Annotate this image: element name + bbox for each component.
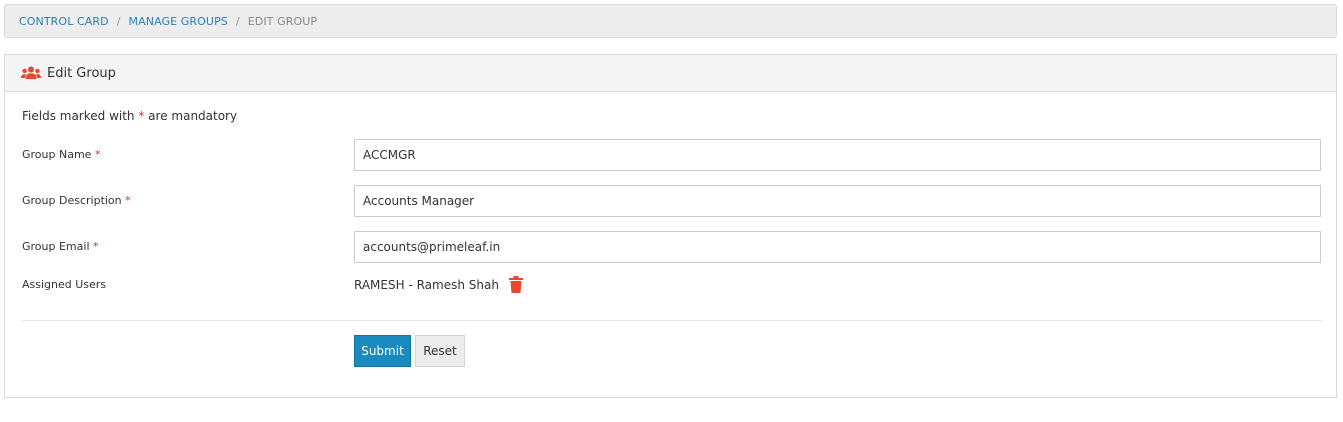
mandatory-note-suffix: are mandatory (144, 109, 238, 123)
submit-button[interactable]: Submit (354, 335, 411, 367)
assigned-user-item: RAMESH - Ramesh Shah (354, 276, 523, 293)
required-star: * (125, 194, 131, 207)
edit-group-panel: Edit Group Fields marked with * are mand… (4, 54, 1337, 398)
breadcrumb-manage-groups[interactable]: MANAGE GROUPS (129, 15, 228, 28)
users-icon (21, 66, 41, 79)
mandatory-note: Fields marked with * are mandatory (22, 109, 237, 123)
form-divider (22, 320, 1322, 321)
required-star: * (93, 240, 99, 253)
breadcrumb: CONTROL CARD / MANAGE GROUPS / EDIT GROU… (4, 4, 1337, 38)
assigned-user-name: RAMESH - Ramesh Shah (354, 277, 499, 292)
required-star: * (94, 148, 101, 161)
group-name-label-text: Group Name (22, 148, 92, 161)
group-name-label: Group Name * (22, 148, 100, 161)
group-description-label-text: Group Description (22, 194, 122, 207)
reset-button[interactable]: Reset (415, 335, 465, 367)
assigned-users-label: Assigned Users (22, 278, 107, 291)
group-description-input[interactable] (354, 185, 1321, 217)
breadcrumb-separator: / (116, 14, 121, 28)
panel-heading: Edit Group (5, 55, 1336, 92)
group-email-label-text: Group Email (22, 240, 90, 253)
group-email-input[interactable] (354, 231, 1321, 263)
group-email-label: Group Email * (22, 240, 99, 253)
mandatory-note-prefix: Fields marked with (22, 109, 139, 123)
trash-icon[interactable] (508, 276, 523, 293)
breadcrumb-separator: / (235, 14, 240, 28)
group-name-input[interactable] (354, 139, 1321, 171)
panel-title: Edit Group (47, 65, 116, 81)
group-description-label: Group Description * (22, 194, 131, 207)
breadcrumb-control-card[interactable]: CONTROL CARD (19, 15, 109, 28)
breadcrumb-current: EDIT GROUP (247, 14, 318, 28)
